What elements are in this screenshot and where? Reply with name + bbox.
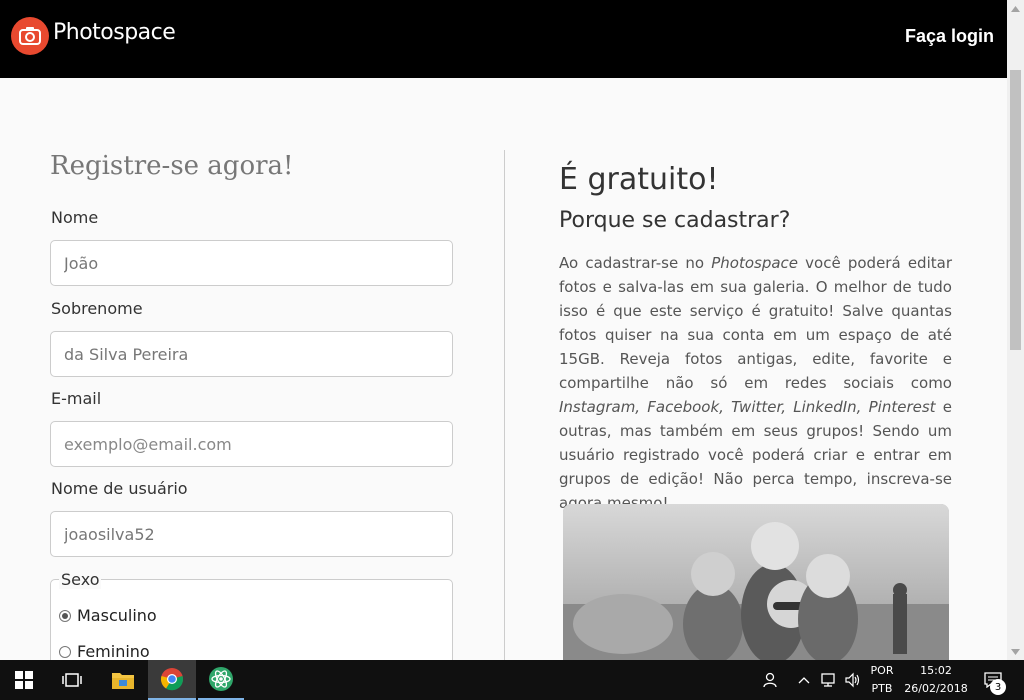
network-button[interactable] — [818, 660, 840, 700]
paragraph-part-2: você poderá editar fotos e salva-las em … — [559, 254, 952, 392]
column-divider — [504, 150, 505, 660]
register-title: Registre-se agora! — [50, 151, 294, 181]
show-hidden-icons-button[interactable] — [794, 660, 814, 700]
file-explorer-button[interactable] — [100, 660, 146, 700]
sex-legend: Sexo — [59, 570, 102, 589]
page-scrollbar[interactable] — [1007, 0, 1024, 660]
social-networks: Instagram, Facebook, Twitter, LinkedIn, … — [559, 398, 936, 416]
volume-button[interactable] — [842, 660, 864, 700]
clock-date[interactable]: 26/02/2018 — [904, 682, 968, 695]
brand-name[interactable]: Photospace — [53, 20, 176, 45]
female-radio[interactable] — [59, 645, 71, 658]
scroll-down-arrow-icon[interactable] — [1007, 643, 1024, 660]
windows-taskbar: POR PTB 15:02 26/02/2018 3 — [0, 660, 1024, 700]
people-icon — [763, 672, 777, 688]
folder-icon — [112, 673, 134, 689]
atom-icon — [209, 667, 233, 691]
why-register-heading: Porque se cadastrar? — [559, 208, 791, 233]
benefits-paragraph: Ao cadastrar-se no Photospace você poder… — [559, 251, 952, 515]
keyboard-layout[interactable]: PTB — [866, 682, 898, 695]
network-icon — [821, 673, 835, 687]
female-radio-label[interactable]: Feminino — [77, 642, 150, 661]
atom-taskbar-button[interactable] — [198, 660, 244, 700]
brand-mention: Photospace — [711, 254, 799, 272]
first-name-input[interactable] — [50, 240, 453, 286]
free-heading: É gratuito! — [559, 162, 719, 197]
language-code[interactable]: POR — [866, 664, 898, 677]
email-label: E-mail — [51, 389, 102, 408]
speaker-icon — [845, 672, 860, 688]
sex-option-female[interactable]: Feminino — [59, 642, 150, 661]
sex-option-male[interactable]: Masculino — [59, 606, 157, 625]
paragraph-part-1: Ao cadastrar-se no — [559, 254, 712, 272]
camera-logo-icon[interactable] — [11, 17, 49, 55]
email-input[interactable] — [50, 421, 453, 467]
friends-photo — [563, 504, 949, 664]
people-button[interactable] — [756, 660, 782, 700]
windows-logo-icon — [15, 671, 33, 689]
task-view-button[interactable] — [48, 660, 96, 700]
last-name-input[interactable] — [50, 331, 453, 377]
chevron-up-icon — [798, 677, 810, 684]
login-link[interactable]: Faça login — [905, 26, 994, 47]
chrome-icon — [160, 668, 184, 691]
scroll-up-arrow-icon[interactable] — [1007, 0, 1024, 17]
last-name-label: Sobrenome — [51, 299, 143, 318]
first-name-label: Nome — [51, 208, 99, 227]
clock-time[interactable]: 15:02 — [906, 664, 966, 677]
start-button[interactable] — [0, 660, 48, 700]
notification-count-badge: 3 — [990, 679, 1006, 695]
chrome-taskbar-button[interactable] — [148, 660, 196, 700]
scrollbar-thumb[interactable] — [1010, 70, 1021, 350]
username-label: Nome de usuário — [51, 479, 188, 498]
username-input[interactable] — [50, 511, 453, 557]
top-navbar: Photospace Faça login — [0, 0, 1007, 78]
male-radio[interactable] — [59, 609, 71, 622]
male-radio-label[interactable]: Masculino — [77, 606, 157, 625]
task-view-icon — [62, 673, 82, 687]
